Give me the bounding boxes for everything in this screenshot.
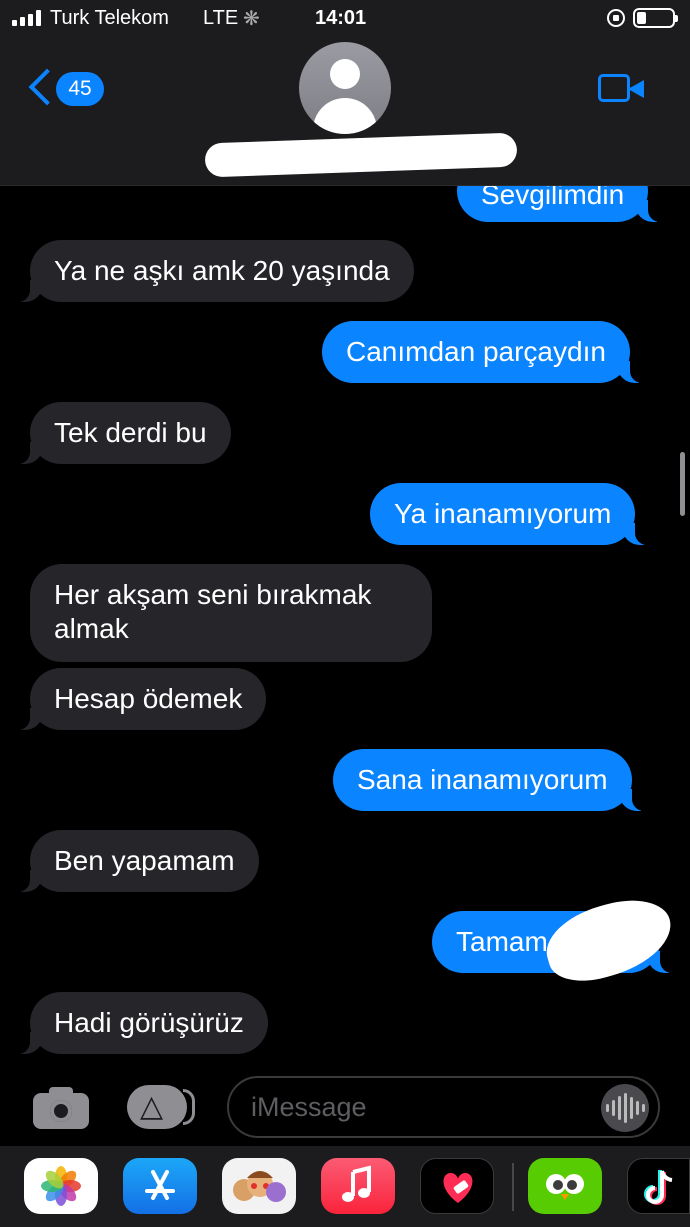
message-bubble-outgoing[interactable]: Ya inanamıyorum: [370, 483, 656, 545]
person-head: [330, 59, 360, 89]
memoji-icon[interactable]: [222, 1158, 296, 1214]
message-input[interactable]: iMessage: [227, 1076, 660, 1138]
camera-button[interactable]: [33, 1085, 89, 1129]
drawer-separator: [512, 1163, 514, 1211]
fitness-heart-icon[interactable]: [420, 1158, 494, 1214]
message-bubble-incoming[interactable]: Hesap ödemek: [9, 668, 267, 730]
signal-strength-icon: [12, 10, 41, 26]
message-bubble-incoming[interactable]: Her akşam seni bırakmak almak: [30, 564, 432, 662]
app-store-icon[interactable]: [123, 1158, 197, 1214]
redacted-contact-name: [204, 132, 518, 178]
back-button[interactable]: 45: [28, 68, 108, 110]
person-body: [313, 98, 377, 134]
network-type: LTE: [203, 7, 239, 29]
camera-lens: [50, 1100, 72, 1122]
message-bubble-incoming[interactable]: Ya ne aşkı amk 20 yaşında: [10, 240, 414, 302]
message-bubble-incoming[interactable]: Hadi görüşürüz: [10, 992, 268, 1054]
redacted-scribble: [537, 888, 681, 992]
unread-count-badge: 45: [56, 72, 104, 106]
tiktok-icon[interactable]: [627, 1158, 690, 1214]
photos-icon[interactable]: [24, 1158, 98, 1214]
carrier-name: Turk Telekom: [50, 7, 169, 29]
contact-avatar[interactable]: [299, 42, 391, 134]
music-icon[interactable]: [321, 1158, 395, 1214]
battery-icon: [633, 8, 678, 28]
apps-button[interactable]: △: [127, 1085, 195, 1129]
video-camera-icon: [598, 74, 630, 102]
status-time: 14:01: [315, 7, 367, 29]
app-store-glyph: △: [140, 1090, 164, 1123]
video-lens-icon: [628, 80, 644, 98]
message-bubble-incoming[interactable]: Tek derdi bu: [10, 402, 231, 464]
audio-waveform-button[interactable]: [601, 1084, 649, 1132]
status-bar: Turk Telekom LTE ❋ 14:01: [0, 0, 690, 40]
scrollbar[interactable]: [680, 452, 685, 516]
conversation-header: Turk Telekom LTE ❋ 14:01 45: [0, 0, 690, 186]
message-bubble-outgoing[interactable]: Canımdan parçaydın: [322, 321, 650, 383]
message-bubble-incoming[interactable]: Ben yapamam: [10, 830, 259, 892]
facetime-video-button[interactable]: [598, 72, 646, 106]
message-bubble-outgoing[interactable]: Sana inanamıyorum: [333, 749, 652, 811]
activity-spinner-icon: ❋: [243, 8, 260, 30]
apps-stack-edge: [183, 1089, 195, 1125]
duolingo-icon[interactable]: [528, 1158, 602, 1214]
message-input-placeholder: iMessage: [251, 1092, 367, 1122]
rotation-lock-icon: [607, 9, 625, 27]
